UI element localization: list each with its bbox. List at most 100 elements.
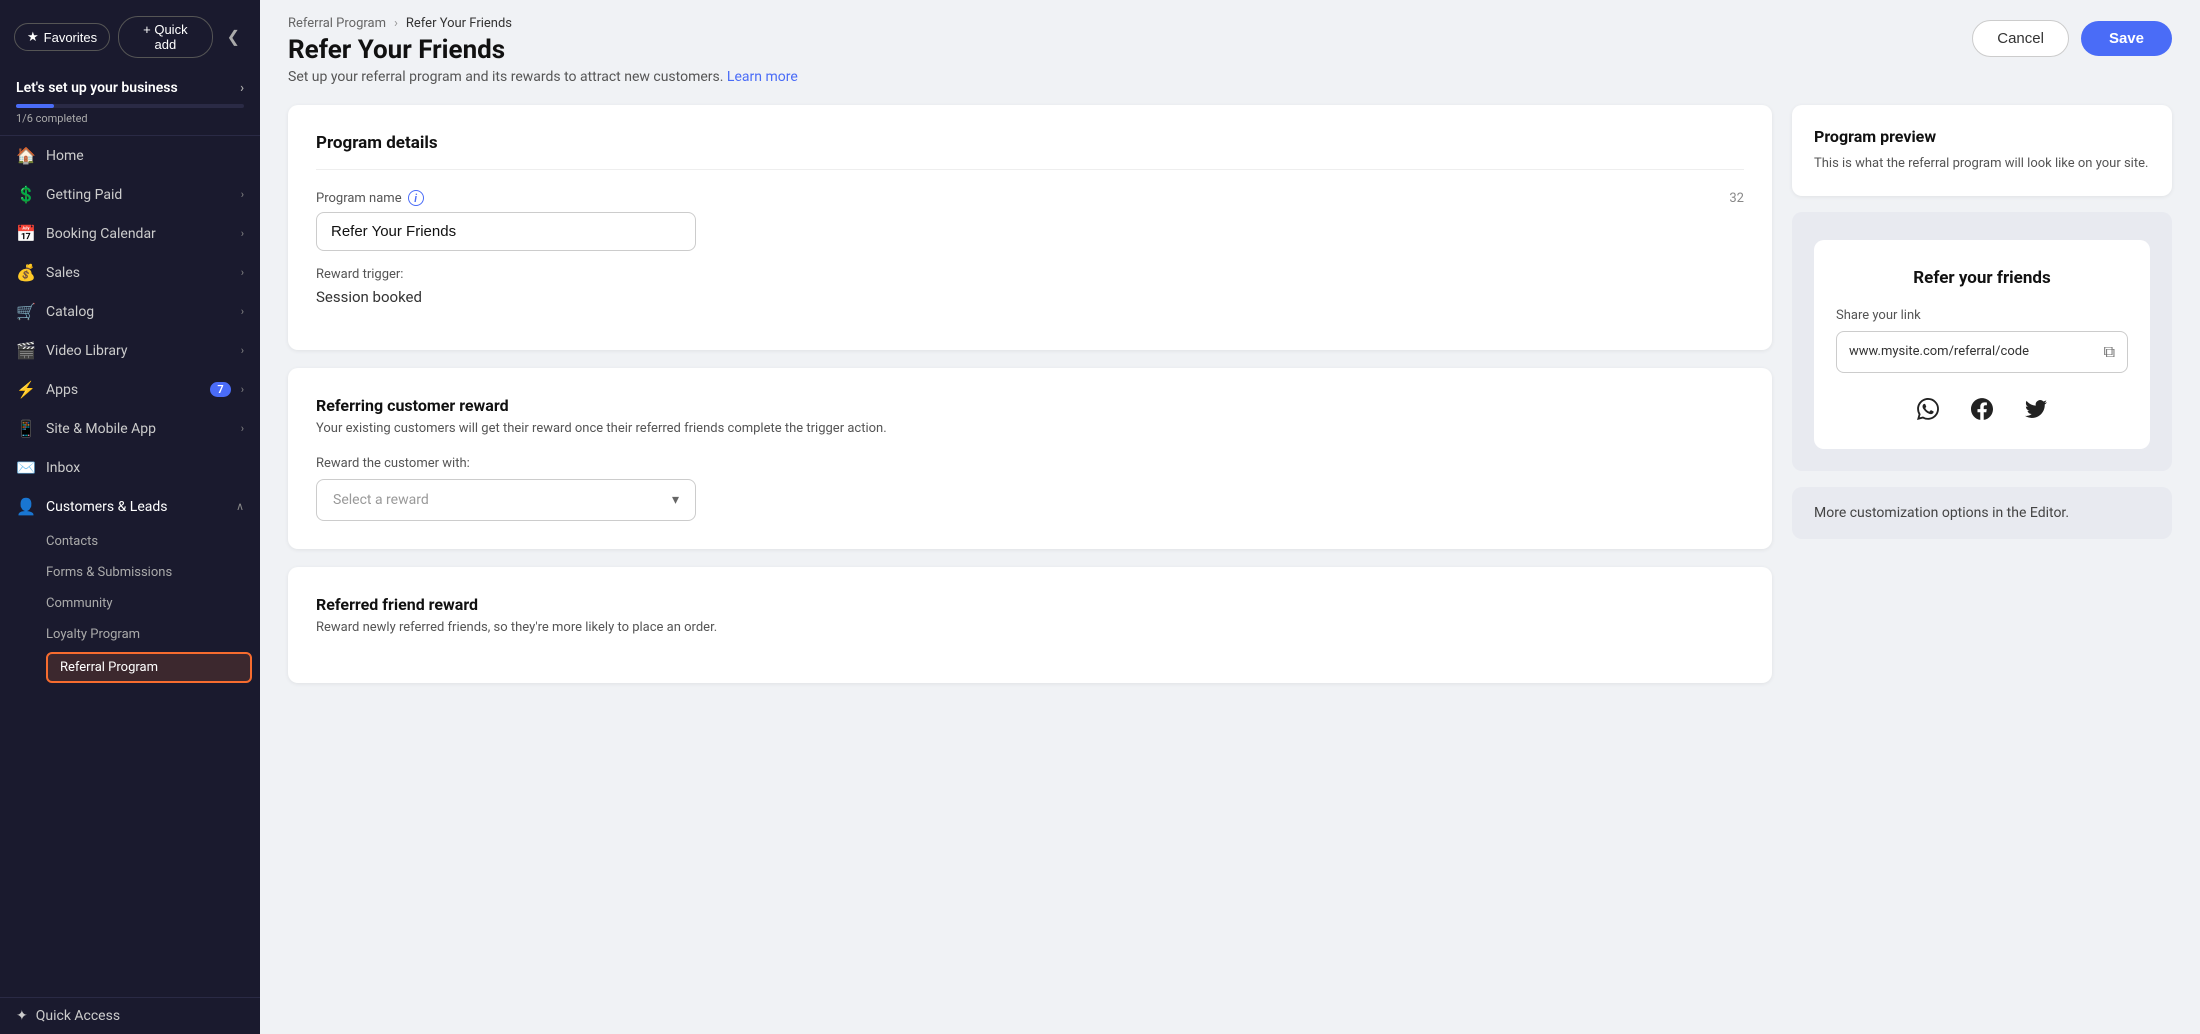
business-setup: Let's set up your business › 1/6 complet… <box>0 68 260 136</box>
sidebar-item-getting-paid[interactable]: 💲 Getting Paid › <box>0 175 260 214</box>
select-reward-placeholder: Select a reward <box>333 492 429 508</box>
whatsapp-icon[interactable] <box>1910 391 1946 427</box>
share-link-row: www.mysite.com/referral/code ⧉ <box>1836 331 2128 373</box>
program-preview-card: Program preview This is what the referra… <box>1792 105 2172 196</box>
chevron-right-icon: › <box>241 422 244 435</box>
content-area: Program details Program name i 32 Reward… <box>260 85 2200 1034</box>
char-count: 32 <box>1729 191 1744 206</box>
main-content: Referral Program › Refer Your Friends Re… <box>260 0 2200 1034</box>
quick-add-label: + Quick add <box>131 22 199 52</box>
share-link-text: www.mysite.com/referral/code <box>1849 344 2096 359</box>
progress-fill <box>16 104 54 108</box>
sidebar-item-catalog[interactable]: 🛒 Catalog › <box>0 292 260 331</box>
favorites-button[interactable]: ★ Favorites <box>14 23 110 51</box>
calendar-icon: 📅 <box>16 224 36 243</box>
apps-badge: 7 <box>210 382 230 397</box>
chevron-right-icon: › <box>240 81 244 96</box>
chevron-right-icon: › <box>241 344 244 357</box>
breadcrumb-separator: › <box>394 16 398 31</box>
program-name-label: Program name <box>316 191 402 206</box>
chevron-right-icon: › <box>241 305 244 318</box>
sidebar-item-forms-submissions[interactable]: Forms & Submissions <box>46 557 260 588</box>
referred-friend-card: Referred friend reward Reward newly refe… <box>288 567 1772 683</box>
apps-icon: ⚡ <box>16 380 36 399</box>
sidebar-top: ★ Favorites + Quick add ❮ <box>0 0 260 68</box>
referred-reward-title: Referred friend reward <box>316 595 1744 614</box>
chevron-right-icon: › <box>241 227 244 240</box>
breadcrumb: Referral Program › Refer Your Friends <box>288 16 798 31</box>
preview-desc: This is what the referral program will l… <box>1814 154 2150 174</box>
learn-more-link[interactable]: Learn more <box>727 69 798 85</box>
referred-reward-desc: Reward newly referred friends, so they'r… <box>316 620 1744 635</box>
header-left: Referral Program › Refer Your Friends Re… <box>288 16 798 85</box>
reward-trigger-field: Reward trigger: Session booked <box>316 267 1744 306</box>
sidebar-item-community[interactable]: Community <box>46 588 260 619</box>
customization-text: More customization options in the Editor… <box>1814 505 2150 521</box>
dollar-icon: 💲 <box>16 185 36 204</box>
widget-inner: Refer your friends Share your link www.m… <box>1814 240 2150 449</box>
sidebar: ★ Favorites + Quick add ❮ Let's set up y… <box>0 0 260 1034</box>
program-details-title: Program details <box>316 133 1744 170</box>
social-icons <box>1836 391 2128 427</box>
left-panel: Program details Program name i 32 Reward… <box>288 105 1772 1014</box>
quick-access-icon: ✦ <box>16 1008 28 1024</box>
favorites-label: Favorites <box>44 30 97 45</box>
reward-trigger-value: Session booked <box>316 288 1744 306</box>
customization-card: More customization options in the Editor… <box>1792 487 2172 539</box>
widget-title: Refer your friends <box>1836 268 2128 288</box>
sidebar-item-customers-leads[interactable]: 👤 Customers & Leads ∧ <box>0 487 260 526</box>
quick-access-item[interactable]: ✦ Quick Access <box>0 997 260 1034</box>
sidebar-collapse-button[interactable]: ❮ <box>221 23 246 51</box>
right-panel: Program preview This is what the referra… <box>1792 105 2172 1014</box>
business-title: Let's set up your business › <box>16 80 244 96</box>
info-icon: i <box>408 190 424 206</box>
reward-with-label: Reward the customer with: <box>316 456 1744 471</box>
referring-reward-card: Referring customer reward Your existing … <box>288 368 1772 549</box>
page-subtitle: Set up your referral program and its rew… <box>288 69 798 85</box>
mobile-icon: 📱 <box>16 419 36 438</box>
catalog-icon: 🛒 <box>16 302 36 321</box>
sidebar-item-contacts[interactable]: Contacts <box>46 526 260 557</box>
sidebar-item-home[interactable]: 🏠 Home <box>0 136 260 175</box>
sidebar-item-site-mobile[interactable]: 📱 Site & Mobile App › <box>0 409 260 448</box>
sidebar-item-sales[interactable]: 💰 Sales › <box>0 253 260 292</box>
inbox-icon: ✉️ <box>16 458 36 477</box>
topbar: Referral Program › Refer Your Friends Re… <box>260 0 2200 85</box>
chevron-down-icon: ∧ <box>236 500 244 513</box>
sidebar-item-video-library[interactable]: 🎬 Video Library › <box>0 331 260 370</box>
reward-trigger-label: Reward trigger: <box>316 267 403 282</box>
sales-icon: 💰 <box>16 263 36 282</box>
preview-title: Program preview <box>1814 127 2150 146</box>
customers-sub-menu: Contacts Forms & Submissions Community L… <box>0 526 260 685</box>
referring-reward-title: Referring customer reward <box>316 396 1744 415</box>
cancel-button[interactable]: Cancel <box>1972 20 2069 57</box>
save-button[interactable]: Save <box>2081 21 2172 56</box>
topbar-actions: Cancel Save <box>1972 16 2172 57</box>
program-details-card: Program details Program name i 32 Reward… <box>288 105 1772 350</box>
sidebar-item-referral-program[interactable]: Referral Program <box>46 652 252 683</box>
referring-reward-desc: Your existing customers will get their r… <box>316 421 1744 436</box>
progress-bar <box>16 104 244 108</box>
copy-icon[interactable]: ⧉ <box>2104 342 2115 362</box>
sidebar-item-loyalty-program[interactable]: Loyalty Program <box>46 619 260 650</box>
select-reward-dropdown[interactable]: Select a reward ▾ <box>316 479 696 521</box>
progress-text: 1/6 completed <box>16 112 244 125</box>
twitter-icon[interactable] <box>2018 391 2054 427</box>
breadcrumb-current: Refer Your Friends <box>406 16 512 31</box>
program-name-input[interactable] <box>316 212 696 251</box>
program-name-label-row: Program name i 32 <box>316 190 1744 206</box>
chevron-right-icon: › <box>241 188 244 201</box>
facebook-icon[interactable] <box>1964 391 2000 427</box>
sidebar-item-inbox[interactable]: ✉️ Inbox <box>0 448 260 487</box>
quick-access-label: Quick Access <box>36 1008 120 1024</box>
quick-add-button[interactable]: + Quick add <box>118 16 212 58</box>
program-name-field: Program name i 32 <box>316 190 1744 251</box>
program-preview-widget: Refer your friends Share your link www.m… <box>1792 212 2172 471</box>
star-icon: ★ <box>27 29 39 45</box>
customers-icon: 👤 <box>16 497 36 516</box>
chevron-down-icon: ▾ <box>672 492 679 508</box>
sidebar-item-apps[interactable]: ⚡ Apps 7 › <box>0 370 260 409</box>
sidebar-item-booking-calendar[interactable]: 📅 Booking Calendar › <box>0 214 260 253</box>
home-icon: 🏠 <box>16 146 36 165</box>
video-icon: 🎬 <box>16 341 36 360</box>
